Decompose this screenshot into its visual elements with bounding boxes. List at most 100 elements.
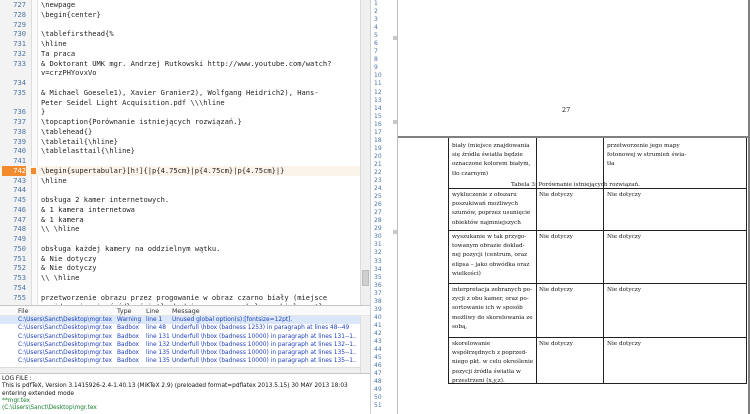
code-text[interactable]: & Michael Goesele1), Xavier Granier2), W… (41, 88, 319, 98)
structure-item[interactable]: 28 (371, 217, 397, 225)
code-line[interactable]: 737 \topcaption{Porównanie istniejących r… (0, 117, 360, 127)
structure-item[interactable]: 11 (371, 80, 397, 88)
structure-item[interactable]: 42 (371, 330, 397, 338)
structure-item[interactable]: 9 (371, 64, 397, 72)
code-line[interactable]: 746 & 1 kamera internetowa (0, 205, 360, 215)
code-line[interactable]: 755 przetworzenie obrazu przez progowanie… (0, 293, 360, 303)
structure-item[interactable]: 43 (371, 338, 397, 346)
code-line[interactable]: Peter Seidel Light Acquisition.pdf \\\hl… (0, 98, 360, 108)
code-text[interactable]: } (41, 107, 45, 117)
structure-item[interactable]: 20 (371, 153, 397, 161)
code-line[interactable]: 747 & 1 kamera (0, 215, 360, 225)
structure-item[interactable]: 25 (371, 193, 397, 201)
structure-item[interactable]: 51 (371, 402, 397, 410)
code-text[interactable]: \topcaption{Porównanie istniejących rozw… (41, 117, 242, 127)
code-line[interactable]: 739 \tabletail{\hline} (0, 137, 360, 147)
structure-item[interactable]: 8 (371, 56, 397, 64)
editor-scroll-thumb[interactable] (362, 270, 369, 286)
structure-item[interactable]: 48 (371, 378, 397, 386)
code-line[interactable]: 728 \begin{center} (0, 10, 360, 20)
source-editor[interactable]: 727 \newpage 728 \begin{center} 729 730 \table… (0, 0, 370, 305)
code-line[interactable]: 743 \hline (0, 176, 360, 186)
code-text[interactable]: \\ \hline (41, 273, 79, 283)
structure-item[interactable]: 22 (371, 169, 397, 177)
structure-item[interactable]: 39 (371, 306, 397, 314)
code-line[interactable]: 729 (0, 20, 360, 30)
structure-item[interactable]: 31 (371, 241, 397, 249)
column-file[interactable]: File (18, 308, 29, 315)
pdf-viewer[interactable]: 27 biały (miejsce znajdowania się źródła… (398, 0, 750, 414)
structure-item[interactable]: 49 (371, 386, 397, 394)
structure-item[interactable]: 4 (371, 24, 397, 32)
messages-panel[interactable]: File Type Line Message C:\Users\Sanct\De… (0, 305, 370, 374)
editor-code[interactable]: 727 \newpage 728 \begin{center} 729 730 \table… (0, 0, 360, 305)
code-text[interactable]: obsługa 2 kamer internetowych. (41, 195, 169, 205)
structure-item[interactable]: 37 (371, 290, 397, 298)
code-text[interactable]: \hline (41, 39, 67, 49)
log-panel[interactable]: LOG FILE : This is pdfTeX, Version 3.141… (0, 373, 370, 414)
code-line[interactable]: 733 & Doktorant UMK mgr. Andrzej Rutkowsk… (0, 59, 360, 69)
structure-item[interactable]: 26 (371, 201, 397, 209)
code-line[interactable]: 741 (0, 156, 360, 166)
code-text[interactable]: \begin{supertabular}[h!]{|p{4.75cm}|p{4.… (41, 166, 284, 176)
structure-item[interactable]: 23 (371, 177, 397, 185)
code-line[interactable]: 738 \tablehead{} (0, 127, 360, 137)
structure-item[interactable]: 34 (371, 266, 397, 274)
structure-item[interactable]: 13 (371, 97, 397, 105)
bookmark-marker[interactable] (31, 167, 36, 174)
code-line[interactable]: 740 \tablelasttail{\hline} (0, 146, 360, 156)
message-row[interactable]: C:\Users\Sanct\Desktop\mgr.tex Badbox li… (0, 341, 370, 349)
code-text[interactable]: \tablehead{} (41, 127, 92, 137)
code-line[interactable]: 752 & Nie dotyczy (0, 263, 360, 273)
column-type[interactable]: Type (117, 308, 131, 315)
code-line[interactable]: 734 (0, 78, 360, 88)
structure-item[interactable]: 46 (371, 362, 397, 370)
structure-item[interactable]: 3 (371, 16, 397, 24)
structure-item[interactable]: 19 (371, 145, 397, 153)
structure-item[interactable]: 32 (371, 249, 397, 257)
structure-item[interactable]: 14 (371, 105, 397, 113)
structure-item[interactable]: 41 (371, 322, 397, 330)
code-line[interactable]: 727 \newpage (0, 0, 360, 10)
code-text[interactable]: & 1 kamera (41, 215, 84, 225)
code-text[interactable]: & Doktorant UMK mgr. Andrzej Rutkowski h… (41, 59, 331, 69)
structure-item[interactable]: 44 (371, 346, 397, 354)
structure-item[interactable]: 24 (371, 185, 397, 193)
code-text[interactable]: obsługa każdej kamery na oddzielnym wątk… (41, 244, 220, 254)
code-line[interactable]: 745 obsługa 2 kamer internetowych. (0, 195, 360, 205)
structure-item[interactable]: 35 (371, 274, 397, 282)
code-line[interactable]: 748 \\ \hline (0, 224, 360, 234)
structure-item[interactable]: 10 (371, 72, 397, 80)
code-text[interactable]: \begin{center} (41, 10, 101, 20)
code-text[interactable]: \\ \hline (41, 224, 79, 234)
structure-item[interactable]: 40 (371, 314, 397, 322)
structure-item[interactable]: 21 (371, 161, 397, 169)
structure-item[interactable]: 50 (371, 394, 397, 402)
code-text[interactable]: \tablefirsthead{% (41, 29, 114, 39)
code-line[interactable]: 754 (0, 283, 360, 293)
code-text[interactable]: \newpage (41, 0, 75, 10)
code-line[interactable]: 735 & Michael Goesele1), Xavier Granier2)… (0, 88, 360, 98)
code-line[interactable]: 750 obsługa każdej kamery na oddzielnym w… (0, 244, 360, 254)
structure-item[interactable]: 33 (371, 258, 397, 266)
structure-panel[interactable]: 1 2 3 4 5 6 7 8 9 10 11 12 13 14 15 16 17 18 19 20 21 22 23 24 2… (370, 0, 398, 414)
structure-item[interactable]: 27 (371, 209, 397, 217)
code-text[interactable]: Ta praca (41, 49, 75, 59)
code-line[interactable]: 730 \tablefirsthead{% (0, 29, 360, 39)
message-row[interactable]: C:\Users\Sanct\Desktop\mgr.tex Warning l… (0, 316, 370, 325)
code-line[interactable]: 731 \hline (0, 39, 360, 49)
code-text[interactable]: \hline (41, 176, 67, 186)
column-line[interactable]: Line (146, 308, 159, 315)
message-row[interactable]: C:\Users\Sanct\Desktop\mgr.tex Badbox li… (0, 324, 370, 332)
structure-item[interactable]: 45 (371, 354, 397, 362)
code-text[interactable]: & 1 kamera internetowa (41, 205, 135, 215)
structure-item[interactable]: 18 (371, 137, 397, 145)
message-row[interactable]: C:\Users\Sanct\Desktop\mgr.tex Badbox li… (0, 357, 370, 365)
editor-vertical-scrollbar[interactable] (360, 0, 370, 305)
structure-item[interactable]: 38 (371, 298, 397, 306)
code-line[interactable]: 732 Ta praca (0, 49, 360, 59)
code-line[interactable]: 744 (0, 185, 360, 195)
code-line[interactable]: 751 & Nie dotyczy (0, 254, 360, 264)
code-text[interactable]: Peter Seidel Light Acquisition.pdf \\\hl… (41, 98, 225, 108)
column-message[interactable]: Message (172, 308, 200, 315)
